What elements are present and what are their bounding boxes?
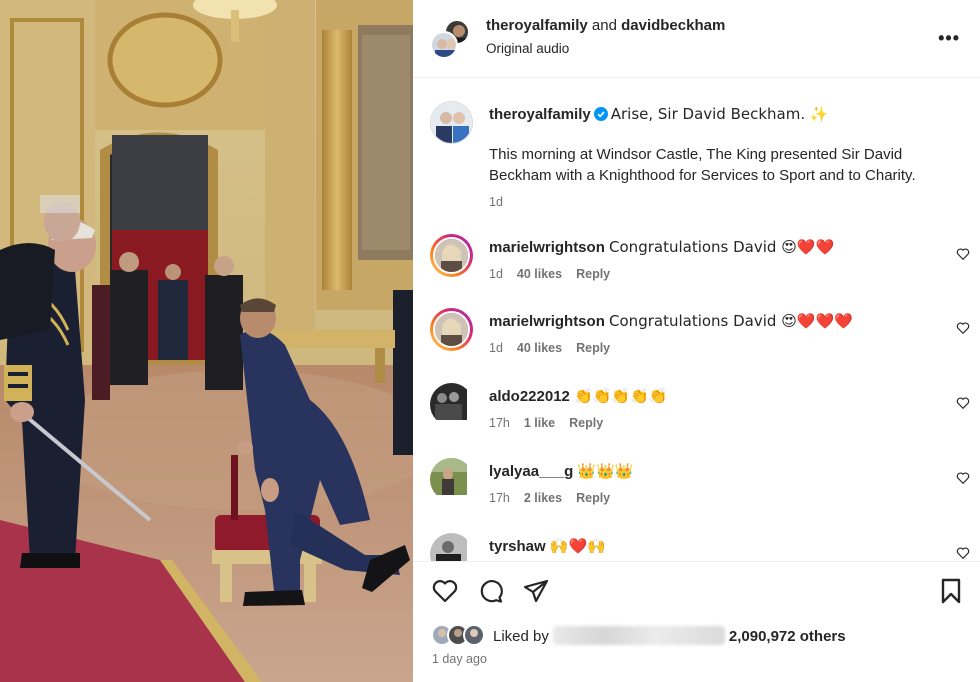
comment-time: 17h [489, 416, 510, 430]
commenter-avatar[interactable] [430, 308, 473, 351]
comment-likes[interactable]: 2 likes [524, 491, 562, 505]
comment-bubble-icon[interactable] [477, 577, 505, 605]
comment-reply-button[interactable]: Reply [576, 491, 610, 505]
comments-list[interactable]: theroyalfamily Arise, Sir David Beckham. … [413, 79, 980, 561]
post-side-panel: theroyalfamily and davidbeckham Original… [413, 0, 980, 682]
audio-link[interactable]: Original audio [486, 41, 569, 56]
post-time-ago[interactable]: 1 day ago [432, 652, 487, 666]
comment-reply-button[interactable]: Reply [576, 267, 610, 281]
liked-by-label: Liked by [493, 628, 549, 645]
comment-username[interactable]: marielwrightson [489, 313, 605, 330]
authors-conjunction: and [591, 17, 617, 34]
comment-likes[interactable]: 1 like [524, 416, 555, 430]
comment-like-heart-icon[interactable] [956, 471, 970, 485]
author-link-theroyalfamily[interactable]: theroyalfamily [486, 17, 588, 34]
comment-item: lyalyaa___g 👑👑👑 17h 2 likes Reply [430, 458, 970, 518]
commenter-avatar[interactable] [430, 234, 473, 277]
comment-reply-button[interactable]: Reply [576, 341, 610, 355]
caption-timestamp: 1d [489, 195, 503, 209]
comment-text: 🙌❤️🙌 [549, 537, 606, 555]
post-actions: Liked by 2,090,972 others 1 day ago [413, 561, 980, 682]
liked-by-summary[interactable]: Liked by 2,090,972 others [493, 626, 846, 645]
more-options-icon[interactable]: ••• [938, 28, 960, 49]
caption-username[interactable]: theroyalfamily [489, 106, 591, 123]
post-image [0, 0, 413, 682]
comment-username[interactable]: marielwrightson [489, 239, 605, 256]
comment-like-heart-icon[interactable] [956, 321, 970, 335]
caption-text-body: This morning at Windsor Castle, The King… [489, 146, 916, 184]
comment-reply-button[interactable]: Reply [569, 416, 603, 430]
comment-item: marielwrightson Congratulations David 😍❤… [430, 234, 970, 294]
collab-avatars[interactable] [430, 19, 470, 59]
comment-item: aldo222012 👏👏👏👏👏 17h 1 like Reply [430, 383, 970, 443]
comment-like-heart-icon[interactable] [956, 546, 970, 560]
comment-text: Congratulations David 😍❤️❤️❤️ [609, 312, 853, 330]
comment-item: marielwrightson Congratulations David 😍❤… [430, 308, 970, 368]
author-link-davidbeckham[interactable]: davidbeckham [621, 17, 725, 34]
like-heart-icon[interactable] [431, 577, 459, 605]
liked-by-avatars[interactable] [431, 624, 491, 646]
avatar-theroyalfamily[interactable] [430, 31, 458, 59]
caption-text-line1: Arise, Sir David Beckham. ✨ [610, 105, 829, 123]
comment-time: 17h [489, 491, 510, 505]
comment-time: 1d [489, 341, 503, 355]
blurred-username [552, 626, 725, 645]
comment-text: 👏👏👏👏👏 [574, 387, 668, 405]
verified-badge-icon [593, 107, 608, 121]
comment-like-heart-icon[interactable] [956, 396, 970, 410]
comment-username[interactable]: aldo222012 [489, 388, 570, 405]
comment-time: 1d [489, 267, 503, 281]
comment-text: 👑👑👑 [577, 462, 634, 480]
comment-item: tyrshaw 🙌❤️🙌 [430, 533, 970, 561]
commenter-avatar[interactable] [430, 383, 473, 426]
comment-text: Congratulations David 😍❤️❤️ [609, 238, 835, 256]
comment-like-heart-icon[interactable] [956, 247, 970, 261]
share-send-icon[interactable] [522, 577, 550, 605]
post-header: theroyalfamily and davidbeckham Original… [413, 0, 980, 78]
comment-username[interactable]: lyalyaa___g [489, 463, 573, 480]
post-authors: theroyalfamily and davidbeckham [486, 17, 725, 34]
caption-avatar[interactable] [430, 101, 473, 144]
save-bookmark-icon[interactable] [937, 577, 965, 605]
comment-username[interactable]: tyrshaw [489, 538, 546, 555]
comment-likes[interactable]: 40 likes [517, 267, 562, 281]
commenter-avatar[interactable] [430, 458, 473, 501]
commenter-avatar[interactable] [430, 533, 473, 561]
post-media[interactable] [0, 0, 413, 682]
likes-count[interactable]: 2,090,972 others [729, 628, 846, 645]
comment-likes[interactable]: 40 likes [517, 341, 562, 355]
